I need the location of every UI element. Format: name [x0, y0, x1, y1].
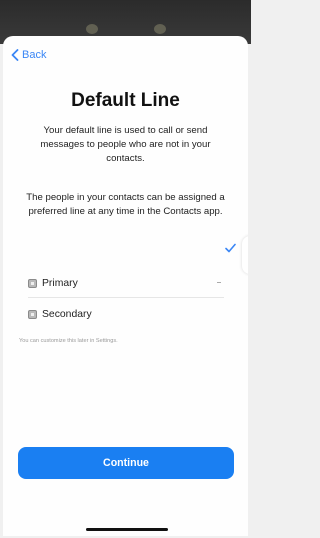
home-indicator[interactable] — [86, 528, 168, 531]
page-title: Default Line — [71, 90, 180, 111]
row-accessory-icon — [217, 282, 221, 283]
default-line-sheet: Back Default Line Your default line is u… — [3, 36, 248, 536]
back-label: Back — [22, 49, 47, 61]
settings-footnote: You can customize this later in Settings… — [19, 338, 118, 344]
line-option-label: Secondary — [42, 308, 92, 320]
default-line-description: Your default line is used to call or sen… — [40, 125, 211, 164]
sim-card-icon — [28, 279, 37, 288]
background-icon — [86, 24, 98, 34]
checkmark-icon — [225, 243, 236, 253]
line-option-primary[interactable]: Primary — [28, 270, 224, 298]
contacts-description: The people in your contacts can be assig… — [26, 192, 225, 217]
continue-button[interactable]: Continue — [18, 447, 234, 479]
continue-label: Continue — [103, 457, 149, 469]
back-button[interactable]: Back — [11, 49, 46, 61]
line-option-secondary[interactable]: Secondary — [28, 300, 224, 328]
line-option-label: Primary — [42, 278, 78, 289]
chevron-left-icon — [11, 49, 19, 61]
background-icon — [154, 24, 166, 34]
sim-card-icon — [28, 309, 37, 319]
edge-handle — [242, 236, 248, 274]
